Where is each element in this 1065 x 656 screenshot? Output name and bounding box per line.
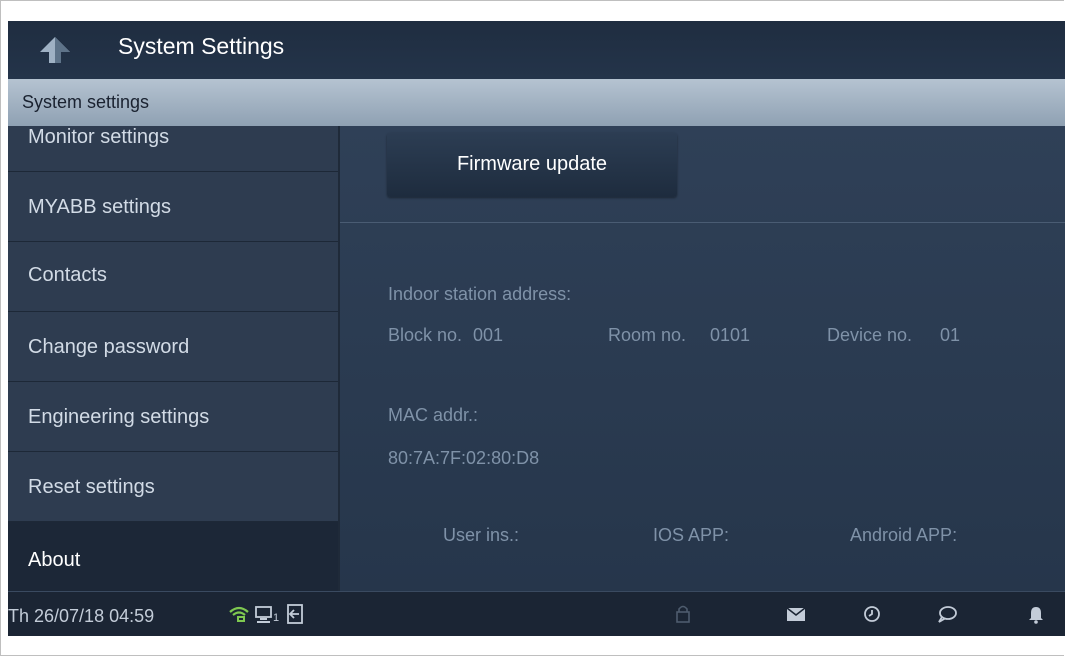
device-number-label: Device no.: [827, 325, 913, 345]
status-bar: Th 26/07/18 04:59 1: [8, 591, 1065, 636]
section-header: System settings: [8, 79, 1065, 126]
history-icon[interactable]: [861, 603, 883, 625]
user-instructions-label: User ins.:: [443, 525, 520, 545]
app-window: System Settings System settings Monitor …: [8, 21, 1065, 636]
datetime: Th 26/07/18 04:59: [8, 606, 155, 626]
chat-icon[interactable]: [936, 603, 958, 625]
section-title: System settings: [22, 92, 150, 112]
door-icon[interactable]: [284, 603, 306, 625]
sidebar-item-engineering-settings[interactable]: Engineering settings: [8, 382, 338, 452]
sidebar-item-label: Reset settings: [28, 476, 155, 498]
device-number-value: 01: [940, 325, 961, 345]
title-bar: System Settings: [8, 21, 1065, 79]
sidebar-item-monitor-settings[interactable]: Monitor settings: [8, 126, 338, 172]
sidebar-item-label: Change password: [28, 336, 190, 358]
android-app-label: Android APP:: [850, 525, 958, 545]
lock-icon[interactable]: [672, 603, 694, 625]
about-panel: Firmware update Indoor station address: …: [340, 126, 1065, 591]
block-number-value: 001: [473, 325, 504, 345]
sidebar-item-change-password[interactable]: Change password: [8, 312, 338, 382]
address-label: Indoor station address:: [388, 284, 572, 304]
block-number-label: Block no.: [388, 325, 463, 345]
back-arrow-icon[interactable]: [38, 35, 72, 65]
sidebar-item-about[interactable]: About: [8, 522, 338, 591]
sidebar-item-label: Contacts: [28, 264, 107, 286]
sidebar-item-myabb-settings[interactable]: MYABB settings: [8, 172, 338, 242]
sidebar-item-label: About: [28, 549, 81, 571]
page-title: System Settings: [118, 33, 285, 59]
mac-address-label: MAC addr.:: [388, 405, 479, 425]
firmware-update-label: Firmware update: [456, 153, 608, 175]
room-number-value: 0101: [710, 325, 751, 345]
sidebar: Monitor settings MYABB settings Contacts…: [8, 126, 338, 591]
sidebar-item-label: Engineering settings: [28, 406, 210, 428]
network-index: 1: [273, 612, 280, 624]
room-number-label: Room no.: [608, 325, 687, 345]
sidebar-item-label: Monitor settings: [28, 126, 170, 148]
ios-app-label: IOS APP:: [653, 525, 730, 545]
sidebar-item-reset-settings[interactable]: Reset settings: [8, 452, 338, 522]
sidebar-item-contacts[interactable]: Contacts: [8, 242, 338, 312]
mail-icon[interactable]: [785, 603, 807, 625]
wifi-icon: [229, 606, 249, 622]
firmware-update-button[interactable]: Firmware update: [387, 133, 677, 197]
sidebar-item-label: MYABB settings: [28, 196, 172, 218]
content-divider: [340, 222, 1065, 223]
mac-address-value: 80:7A:7F:02:80:D8: [388, 448, 540, 468]
bell-icon[interactable]: [1025, 603, 1047, 625]
